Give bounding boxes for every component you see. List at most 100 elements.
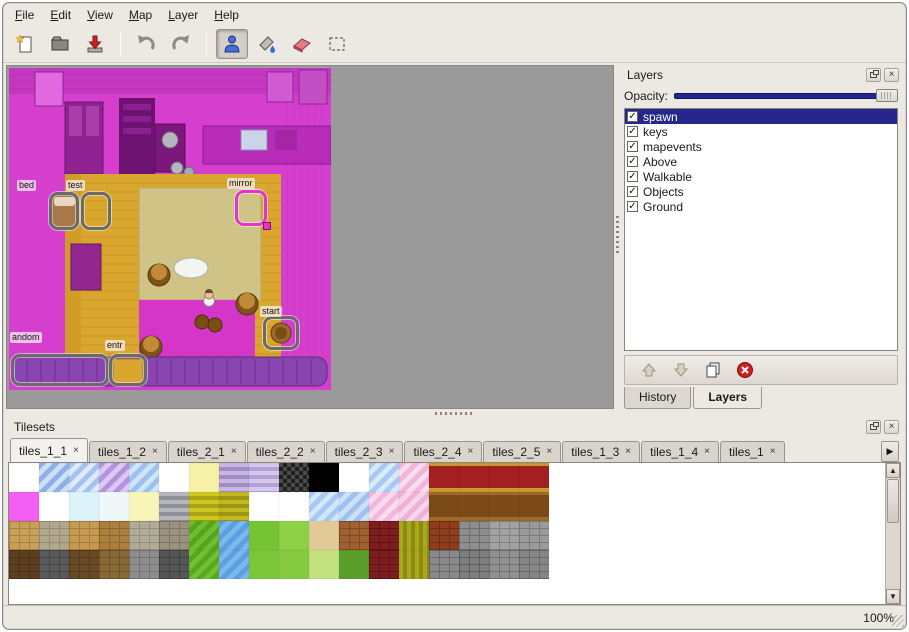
tile-1-2[interactable]	[69, 492, 99, 521]
tab-close-icon[interactable]: ×	[73, 446, 79, 456]
tool-save-button[interactable]	[79, 29, 111, 59]
menu-view[interactable]: View	[79, 6, 121, 24]
layer-row-keys[interactable]: keys	[625, 124, 897, 139]
tab-close-icon[interactable]: ×	[625, 447, 631, 457]
tile-3-7[interactable]	[219, 550, 249, 579]
tile-2-0[interactable]	[9, 521, 39, 550]
layer-visibility-checkbox[interactable]	[627, 111, 638, 122]
layer-visibility-checkbox[interactable]	[627, 201, 638, 212]
tab-close-icon[interactable]: ×	[468, 447, 474, 457]
map-object-start[interactable]	[263, 316, 299, 350]
scrollbar-thumb[interactable]	[887, 479, 899, 523]
layer-row-Objects[interactable]: Objects	[625, 184, 897, 199]
tile-0-3[interactable]	[99, 463, 129, 492]
tool-select-button[interactable]	[321, 29, 353, 59]
menu-map[interactable]: Map	[121, 6, 160, 24]
tool-redo-button[interactable]	[165, 29, 197, 59]
tile-0-9[interactable]	[279, 463, 309, 492]
tile-1-11[interactable]	[339, 492, 369, 521]
tile-1-8[interactable]	[249, 492, 279, 521]
tile-2-10[interactable]	[309, 521, 339, 550]
map-object-test[interactable]	[81, 192, 111, 230]
tile-2-14[interactable]	[429, 521, 459, 550]
opacity-slider-handle[interactable]	[876, 89, 898, 102]
tool-stamp-button[interactable]	[216, 29, 248, 59]
tile-0-7[interactable]	[219, 463, 249, 492]
raise-layer-button[interactable]	[639, 360, 659, 380]
tile-1-12[interactable]	[369, 492, 399, 521]
tab-close-icon[interactable]: ×	[310, 447, 316, 457]
tileset-tab-tiles_1_1[interactable]: tiles_1_1×	[10, 438, 88, 462]
tileset-scrollbar[interactable]: ▲ ▼	[885, 463, 900, 604]
tool-undo-button[interactable]	[130, 29, 162, 59]
tile-3-6[interactable]	[189, 550, 219, 579]
tile-2-12[interactable]	[369, 521, 399, 550]
opacity-slider[interactable]	[674, 88, 898, 103]
tileset-tab-tiles_2_1[interactable]: tiles_2_1×	[168, 441, 246, 462]
menu-layer[interactable]: Layer	[160, 6, 206, 24]
tab-history[interactable]: History	[624, 387, 691, 409]
tile-3-16[interactable]	[489, 550, 519, 579]
scroll-up-icon[interactable]: ▲	[886, 463, 900, 478]
lower-layer-button[interactable]	[671, 360, 691, 380]
tab-scroll-right-icon[interactable]: ▶	[881, 441, 899, 462]
tile-1-0[interactable]	[9, 492, 39, 521]
close-panel-icon[interactable]: ×	[884, 420, 899, 434]
tile-1-13[interactable]	[399, 492, 429, 521]
layer-visibility-checkbox[interactable]	[627, 186, 638, 197]
resize-grip[interactable]	[892, 615, 904, 627]
tile-2-9[interactable]	[279, 521, 309, 550]
tile-3-5[interactable]	[159, 550, 189, 579]
tile-2-15[interactable]	[459, 521, 489, 550]
duplicate-layer-button[interactable]	[703, 360, 723, 380]
tile-2-5[interactable]	[159, 521, 189, 550]
tile-1-4[interactable]	[129, 492, 159, 521]
tab-layers[interactable]: Layers	[693, 387, 762, 409]
tile-2-4[interactable]	[129, 521, 159, 550]
menu-file[interactable]: File	[7, 6, 42, 24]
map-object-mirror[interactable]	[235, 190, 267, 226]
tile-2-2[interactable]	[69, 521, 99, 550]
tile-0-16[interactable]	[489, 463, 519, 492]
tab-close-icon[interactable]: ×	[152, 447, 158, 457]
tileset-tab-tiles_2_2[interactable]: tiles_2_2×	[247, 441, 325, 462]
tool-new-button[interactable]	[9, 29, 41, 59]
scroll-down-icon[interactable]: ▼	[886, 589, 900, 604]
tab-close-icon[interactable]: ×	[546, 447, 552, 457]
tile-3-3[interactable]	[99, 550, 129, 579]
tileset-tab-tiles_1_2[interactable]: tiles_1_2×	[89, 441, 167, 462]
tile-0-12[interactable]	[369, 463, 399, 492]
tile-0-4[interactable]	[129, 463, 159, 492]
tileset-tab-tiles_2_4[interactable]: tiles_2_4×	[404, 441, 482, 462]
tab-close-icon[interactable]: ×	[231, 447, 237, 457]
map-view[interactable]: bedtestmirrorstartandomentr	[6, 65, 614, 409]
tile-2-7[interactable]	[219, 521, 249, 550]
tile-3-11[interactable]	[339, 550, 369, 579]
tile-1-14[interactable]	[429, 492, 459, 521]
map-object-bed[interactable]	[49, 192, 79, 230]
tile-0-1[interactable]	[39, 463, 69, 492]
tileset-tab-tiles_2_3[interactable]: tiles_2_3×	[326, 441, 404, 462]
tile-3-0[interactable]	[9, 550, 39, 579]
tool-fill-button[interactable]	[251, 29, 283, 59]
tile-0-2[interactable]	[69, 463, 99, 492]
tile-1-7[interactable]	[219, 492, 249, 521]
tile-3-9[interactable]	[279, 550, 309, 579]
tile-2-17[interactable]	[519, 521, 549, 550]
layer-visibility-checkbox[interactable]	[627, 156, 638, 167]
tile-1-5[interactable]	[159, 492, 189, 521]
tile-3-14[interactable]	[429, 550, 459, 579]
close-panel-icon[interactable]: ×	[884, 68, 899, 82]
layer-row-Walkable[interactable]: Walkable	[625, 169, 897, 184]
tool-eraser-button[interactable]	[286, 29, 318, 59]
tile-0-0[interactable]	[9, 463, 39, 492]
layer-row-Above[interactable]: Above	[625, 154, 897, 169]
layer-visibility-checkbox[interactable]	[627, 141, 638, 152]
float-panel-icon[interactable]	[866, 68, 881, 82]
tile-0-11[interactable]	[339, 463, 369, 492]
tile-2-6[interactable]	[189, 521, 219, 550]
tab-close-icon[interactable]: ×	[770, 447, 776, 457]
tile-2-16[interactable]	[489, 521, 519, 550]
tile-1-16[interactable]	[489, 492, 519, 521]
tile-3-1[interactable]	[39, 550, 69, 579]
